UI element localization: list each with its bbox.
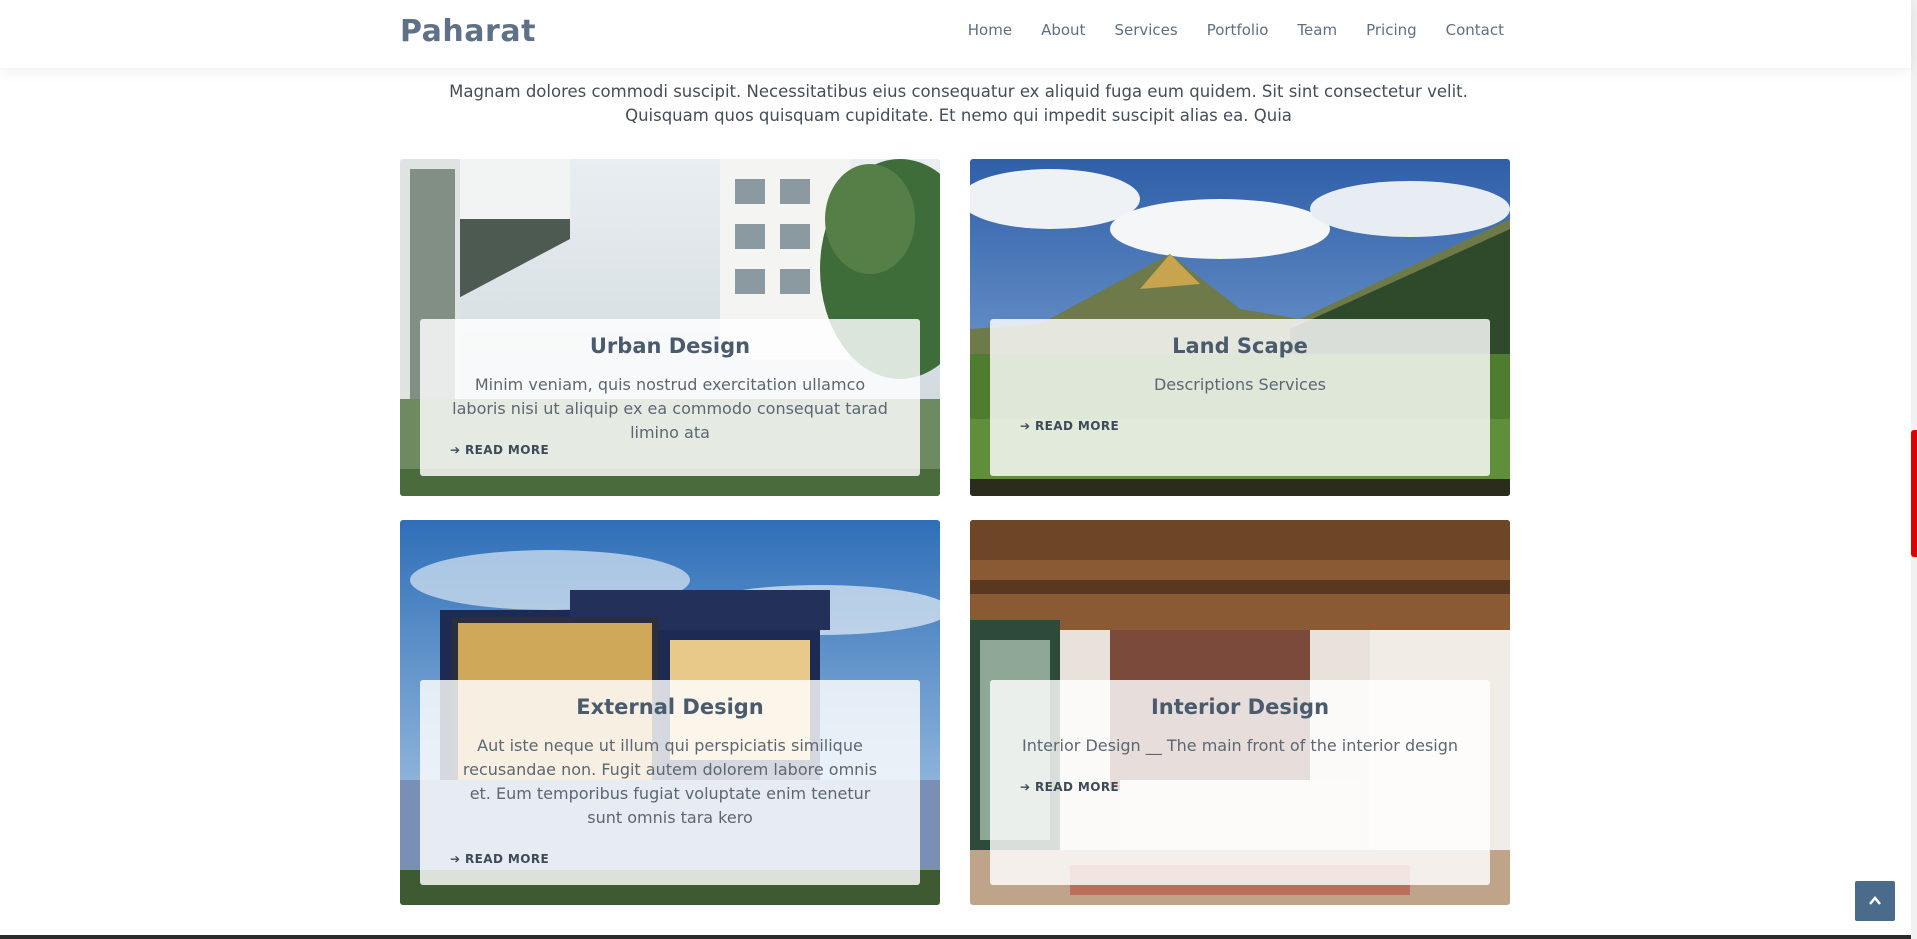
nav-home[interactable]: Home <box>968 21 1012 39</box>
card-title: Land Scape <box>1172 334 1308 358</box>
card-content-panel: Interior Design Interior Design __ The m… <box>990 680 1490 885</box>
card-content-panel: External Design Aut iste neque ut illum … <box>420 680 920 885</box>
site-header: Paharat Home About Services Portfolio Te… <box>0 0 1911 68</box>
section-description: Magnam dolores commodi suscipit. Necessi… <box>449 82 1468 125</box>
main-nav: Home About Services Portfolio Team Prici… <box>939 21 1504 39</box>
card-content-panel: Urban Design Minim veniam, quis nostrud … <box>420 319 920 476</box>
brand-logo[interactable]: Paharat <box>400 14 536 49</box>
card-description: Aut iste neque ut illum qui perspiciatis… <box>462 736 878 827</box>
nav-services[interactable]: Services <box>1114 21 1177 39</box>
nav-about[interactable]: About <box>1041 21 1085 39</box>
nav-contact[interactable]: Contact <box>1446 21 1504 39</box>
back-to-top-button[interactable] <box>1855 881 1895 921</box>
read-more-label: READ MORE <box>465 852 550 866</box>
chevron-up-icon <box>1869 896 1881 905</box>
service-card-interior-design: Interior Design Interior Design __ The m… <box>970 520 1510 905</box>
read-more-label: READ MORE <box>465 443 550 457</box>
arrow-right-icon: ➔ <box>450 443 461 457</box>
card-description: Interior Design __ The main front of the… <box>1021 736 1459 755</box>
nav-pricing[interactable]: Pricing <box>1366 21 1417 39</box>
nav-team[interactable]: Team <box>1297 21 1337 39</box>
footer-edge <box>0 935 1911 939</box>
card-title: External Design <box>576 695 764 719</box>
card-description: Descriptions Services <box>1153 375 1326 394</box>
arrow-right-icon: ➔ <box>450 852 461 866</box>
read-more-link[interactable]: ➔ READ MORE <box>1020 419 1119 433</box>
service-card-land-scape: Land Scape Descriptions Services ➔ READ … <box>970 159 1510 496</box>
page-scrollbar[interactable] <box>1911 0 1917 939</box>
arrow-right-icon: ➔ <box>1020 419 1031 433</box>
read-more-label: READ MORE <box>1035 419 1120 433</box>
read-more-label: READ MORE <box>1035 780 1120 794</box>
read-more-link[interactable]: ➔ READ MORE <box>1020 780 1119 794</box>
card-content-panel: Land Scape Descriptions Services ➔ READ … <box>990 319 1490 476</box>
card-title: Interior Design <box>1150 695 1330 719</box>
card-description: Minim veniam, quis nostrud exercitation … <box>452 375 888 442</box>
read-more-link[interactable]: ➔ READ MORE <box>450 852 549 866</box>
service-card-urban-design: Urban Design Minim veniam, quis nostrud … <box>400 159 940 496</box>
read-more-link[interactable]: ➔ READ MORE <box>450 443 549 457</box>
card-title: Urban Design <box>589 334 751 358</box>
service-card-external-design: External Design Aut iste neque ut illum … <box>400 520 940 905</box>
scrollbar-thumb[interactable] <box>1911 430 1917 557</box>
nav-portfolio[interactable]: Portfolio <box>1207 21 1269 39</box>
arrow-right-icon: ➔ <box>1020 780 1031 794</box>
